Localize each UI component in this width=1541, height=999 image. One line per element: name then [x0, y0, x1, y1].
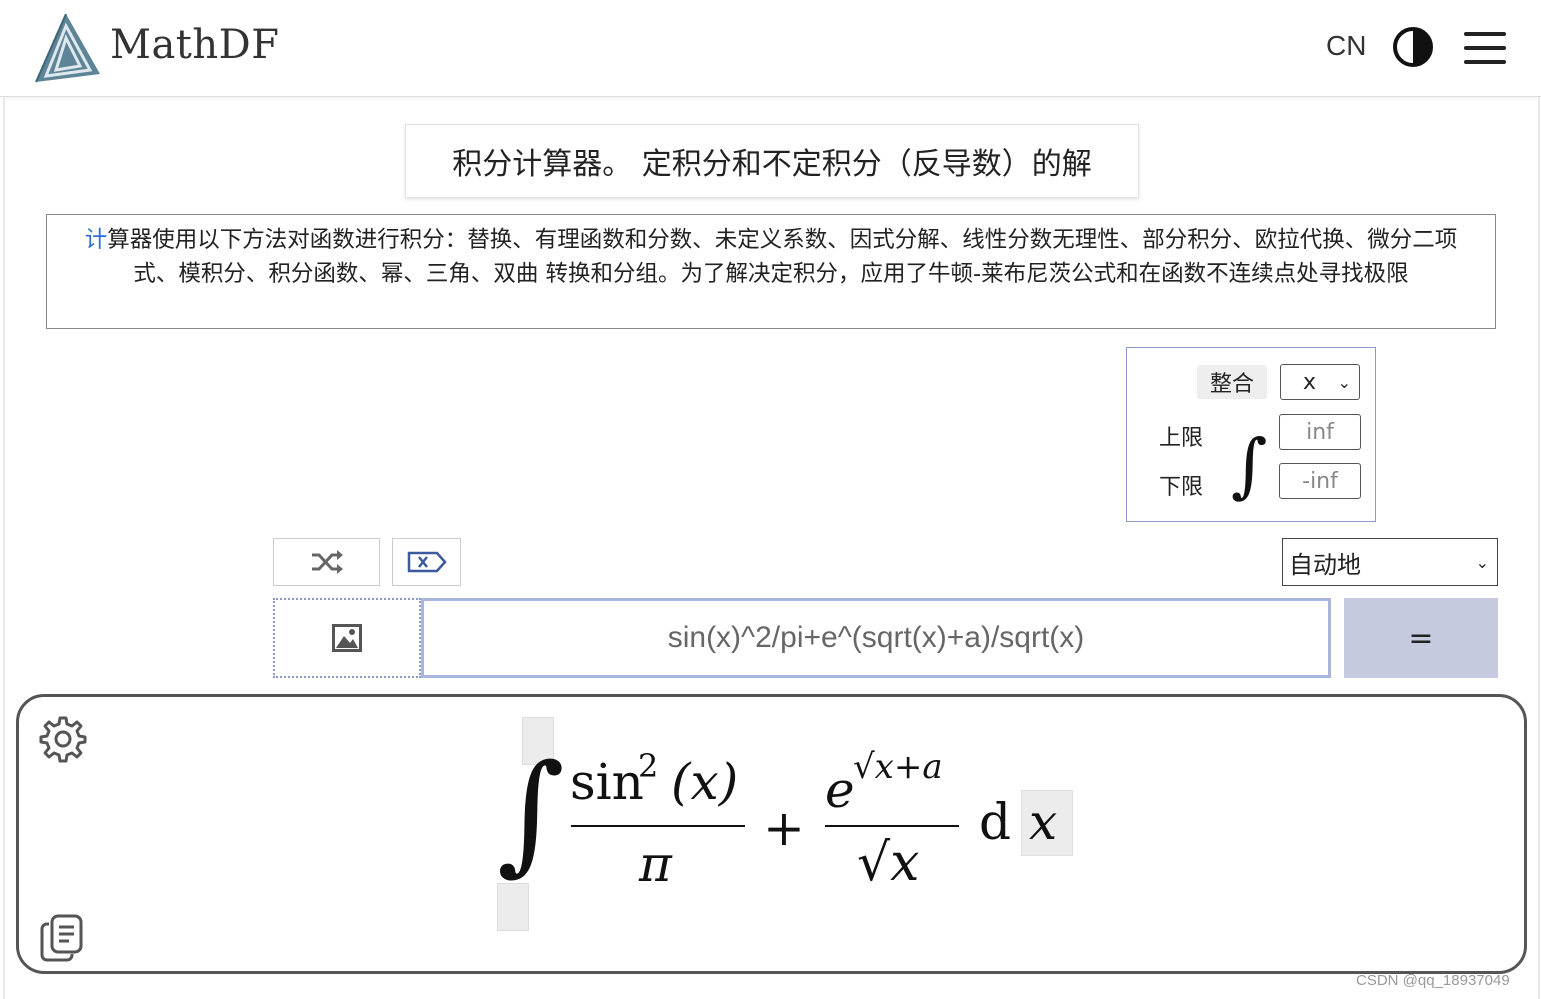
- lower-limit-input[interactable]: -inf: [1279, 463, 1361, 499]
- variable-select[interactable]: x ⌄: [1280, 364, 1360, 400]
- description-link[interactable]: 计: [85, 227, 108, 253]
- logo-icon[interactable]: [28, 12, 102, 84]
- result-panel: ∫ sin 2 (𝑥) π + e √𝑥+𝑎 √𝑥 d 𝑥: [16, 694, 1527, 974]
- shuffle-icon: [311, 550, 343, 574]
- fraction-line: [571, 825, 745, 827]
- page-title: 积分计算器。 定积分和不定积分（反导数）的解: [405, 124, 1139, 198]
- language-switch[interactable]: CN: [1326, 30, 1366, 62]
- random-example-button[interactable]: [273, 538, 380, 586]
- integration-variable: 𝑥: [1029, 793, 1058, 851]
- lower-limit-placeholder[interactable]: [497, 883, 529, 931]
- upper-limit-input[interactable]: inf: [1279, 414, 1361, 450]
- fraction-line: [825, 825, 959, 827]
- numerator-exponent-sqrt: √𝑥+𝑎: [853, 747, 943, 787]
- numerator-argument: (𝑥): [671, 753, 739, 811]
- plus-sign: +: [763, 799, 805, 857]
- description: 计算器使用以下方法对函数进行积分：替换、有理函数和分数、未定义系数、因式分解、线…: [46, 214, 1496, 329]
- rendered-formula: ∫ sin 2 (𝑥) π + e √𝑥+𝑎 √𝑥 d 𝑥: [19, 697, 1530, 977]
- numerator-sin: sin: [570, 753, 644, 811]
- numerator-exponent: 2: [638, 747, 659, 785]
- differential-d: d: [979, 793, 1012, 851]
- menu-icon[interactable]: [1464, 32, 1506, 64]
- upper-limit-label: 上限: [1159, 426, 1204, 451]
- integral-icon: ∫: [1231, 424, 1268, 506]
- image-icon: [332, 624, 362, 652]
- chevron-down-icon: ⌄: [1337, 373, 1351, 392]
- watermark: CSDN @qq_18937049: [1356, 972, 1510, 989]
- description-text: 算器使用以下方法对函数进行积分：替换、有理函数和分数、未定义系数、因式分解、线性…: [107, 227, 1458, 287]
- left-border: [3, 97, 5, 999]
- denominator-pi: π: [639, 835, 672, 893]
- image-upload-button[interactable]: [273, 598, 421, 678]
- lower-limit-label: 下限: [1159, 475, 1204, 500]
- clear-icon: [407, 551, 447, 573]
- integrate-label: 整合: [1197, 365, 1267, 399]
- mode-select[interactable]: 自动地 ⌄: [1282, 538, 1498, 586]
- right-border: [1538, 97, 1540, 999]
- integral-sign: ∫: [497, 736, 565, 888]
- site-header: MathDF CN: [0, 0, 1541, 97]
- expression-input[interactable]: sin(x)^2/pi+e^(sqrt(x)+a)/sqrt(x): [421, 598, 1331, 678]
- integral-settings-panel: 整合 x ⌄ 上限 下限 ∫ inf -inf: [1126, 347, 1376, 522]
- clear-button[interactable]: [392, 538, 461, 586]
- denominator-sqrt: √𝑥: [857, 833, 920, 893]
- contrast-icon[interactable]: [1392, 26, 1434, 68]
- mode-value: 自动地: [1289, 550, 1361, 579]
- numerator-e: e: [825, 761, 855, 819]
- brand-name[interactable]: MathDF: [110, 22, 279, 68]
- calculate-button[interactable]: =: [1344, 598, 1498, 678]
- chevron-down-icon: ⌄: [1475, 553, 1489, 572]
- variable-value: x: [1303, 369, 1317, 395]
